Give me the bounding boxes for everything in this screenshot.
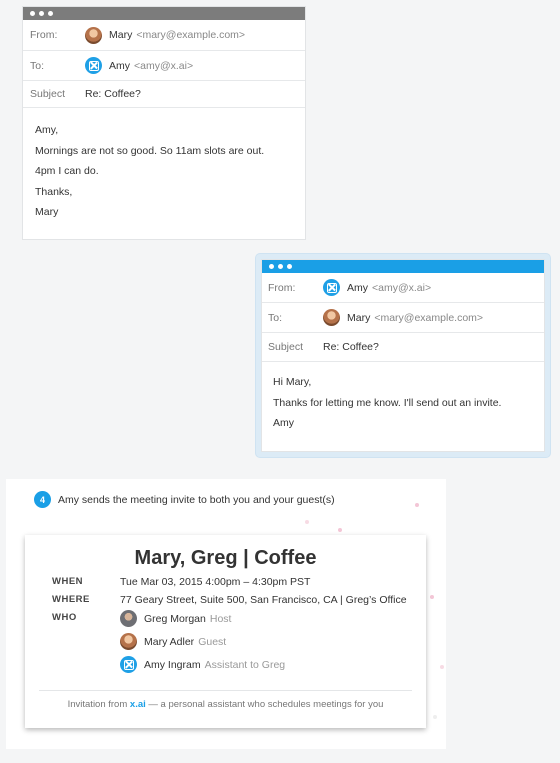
subject-text: Re: Coffee? — [85, 88, 141, 100]
email-window-amy: From: Amy <amy@x.ai> To: Mary <mary@exam… — [261, 259, 545, 452]
invite-footer: Invitation from x.ai — a personal assist… — [25, 699, 426, 710]
from-label: From: — [30, 29, 58, 41]
email-window-amy-highlight: From: Amy <amy@x.ai> To: Mary <mary@exam… — [256, 254, 550, 457]
who-label: WHO — [52, 612, 77, 623]
attendee-name: Greg Morgan — [144, 612, 206, 625]
x-ai-logo-icon — [123, 659, 134, 670]
x-ai-logo-icon — [88, 60, 99, 71]
body-line: Mary — [35, 206, 59, 218]
invite-card: Mary, Greg | Coffee WHEN Tue Mar 03, 201… — [25, 535, 426, 728]
subject-row: Subject Re: Coffee? — [262, 333, 544, 362]
amy-avatar — [85, 57, 102, 74]
attendee-amy: Amy Ingram Assistant to Greg — [120, 656, 285, 673]
body-line: Mornings are not so good. So 11am slots … — [35, 144, 265, 157]
to-row: To: Amy <amy@x.ai> — [23, 51, 305, 81]
attendee-role: Assistant to Greg — [204, 658, 286, 671]
window-dot — [48, 11, 53, 16]
body-line: Hi Mary, — [273, 376, 312, 388]
confetti-dot — [433, 715, 437, 719]
window-titlebar — [23, 7, 305, 20]
x-ai-logo-icon — [326, 282, 337, 293]
to-row: To: Mary <mary@example.com> — [262, 303, 544, 333]
window-dot — [278, 264, 283, 269]
invite-divider — [39, 690, 412, 691]
mary-avatar — [323, 309, 340, 326]
from-address: <mary@example.com> — [136, 29, 246, 41]
window-dot — [269, 264, 274, 269]
to-address: <mary@example.com> — [374, 311, 484, 324]
from-address: <amy@x.ai> — [372, 281, 432, 294]
amy-avatar — [323, 279, 340, 296]
window-dot — [30, 11, 35, 16]
email-body: Amy, Mornings are not so good. So 11am s… — [23, 108, 305, 218]
step-text: Amy sends the meeting invite to both you… — [58, 493, 335, 506]
window-dot — [287, 264, 292, 269]
attendee-name: Mary Adler — [144, 635, 195, 648]
from-name: Amy — [347, 281, 368, 294]
confetti-dot — [338, 528, 342, 532]
from-row: From: Mary <mary@example.com> — [23, 20, 305, 51]
mary-avatar — [85, 26, 102, 44]
attendee-mary: Mary Adler Guest — [120, 633, 226, 650]
from-label: From: — [268, 281, 296, 294]
to-label: To: — [268, 311, 283, 324]
email-body: Hi Mary, Thanks for letting me know. I'l… — [262, 362, 544, 429]
invite-title: Mary, Greg | Coffee — [134, 547, 317, 569]
when-row: WHEN Tue Mar 03, 2015 4:00pm – 4:30pm PS… — [52, 576, 310, 588]
to-address: <amy@x.ai> — [134, 59, 194, 72]
attendee-role: Host — [209, 612, 232, 625]
confetti-dot — [430, 595, 434, 599]
amy-avatar — [120, 656, 137, 673]
to-name: Amy — [109, 59, 130, 72]
where-label: WHERE — [52, 594, 90, 605]
window-titlebar — [262, 260, 544, 273]
attendee-name: Amy Ingram — [144, 658, 201, 671]
from-row: From: Amy <amy@x.ai> — [262, 273, 544, 303]
subject-label: Subject — [268, 341, 304, 353]
to-label: To: — [30, 59, 45, 72]
footer-prefix: Invitation from — [67, 699, 128, 710]
body-line: Amy, — [35, 124, 59, 136]
footer-suffix: — a personal assistant who schedules mee… — [148, 699, 384, 710]
step-number-badge: 4 — [34, 491, 51, 508]
body-line: Thanks, — [35, 185, 73, 198]
where-value: 77 Geary Street, Suite 500, San Francisc… — [120, 594, 407, 606]
to-name: Mary — [347, 311, 371, 324]
mary-avatar — [120, 633, 137, 650]
attendee-greg: Greg Morgan Host — [120, 610, 231, 627]
when-value: Tue Mar 03, 2015 4:00pm – 4:30pm PST — [120, 576, 311, 588]
confetti-dot — [440, 665, 444, 669]
email-window-mary: From: Mary <mary@example.com> To: Amy <a… — [22, 6, 306, 240]
subject-label: Subject — [30, 88, 66, 100]
from-name: Mary — [109, 29, 133, 41]
attendee-role: Guest — [198, 635, 227, 648]
confetti-dot — [305, 520, 309, 524]
who-row: WHO — [52, 612, 120, 623]
window-dot — [39, 11, 44, 16]
subject-row: Subject Re: Coffee? — [23, 81, 305, 108]
greg-avatar — [120, 610, 137, 627]
confetti-dot — [415, 503, 419, 507]
where-row: WHERE 77 Geary Street, Suite 500, San Fr… — [52, 594, 407, 606]
body-line: 4pm I can do. — [35, 165, 99, 177]
step-heading: 4 Amy sends the meeting invite to both y… — [34, 491, 335, 508]
body-line: Amy — [273, 417, 294, 429]
footer-brand-link[interactable]: x.ai — [130, 699, 146, 710]
body-line: Thanks for letting me know. I'll send ou… — [273, 396, 502, 409]
subject-text: Re: Coffee? — [323, 341, 379, 353]
when-label: WHEN — [52, 576, 84, 587]
